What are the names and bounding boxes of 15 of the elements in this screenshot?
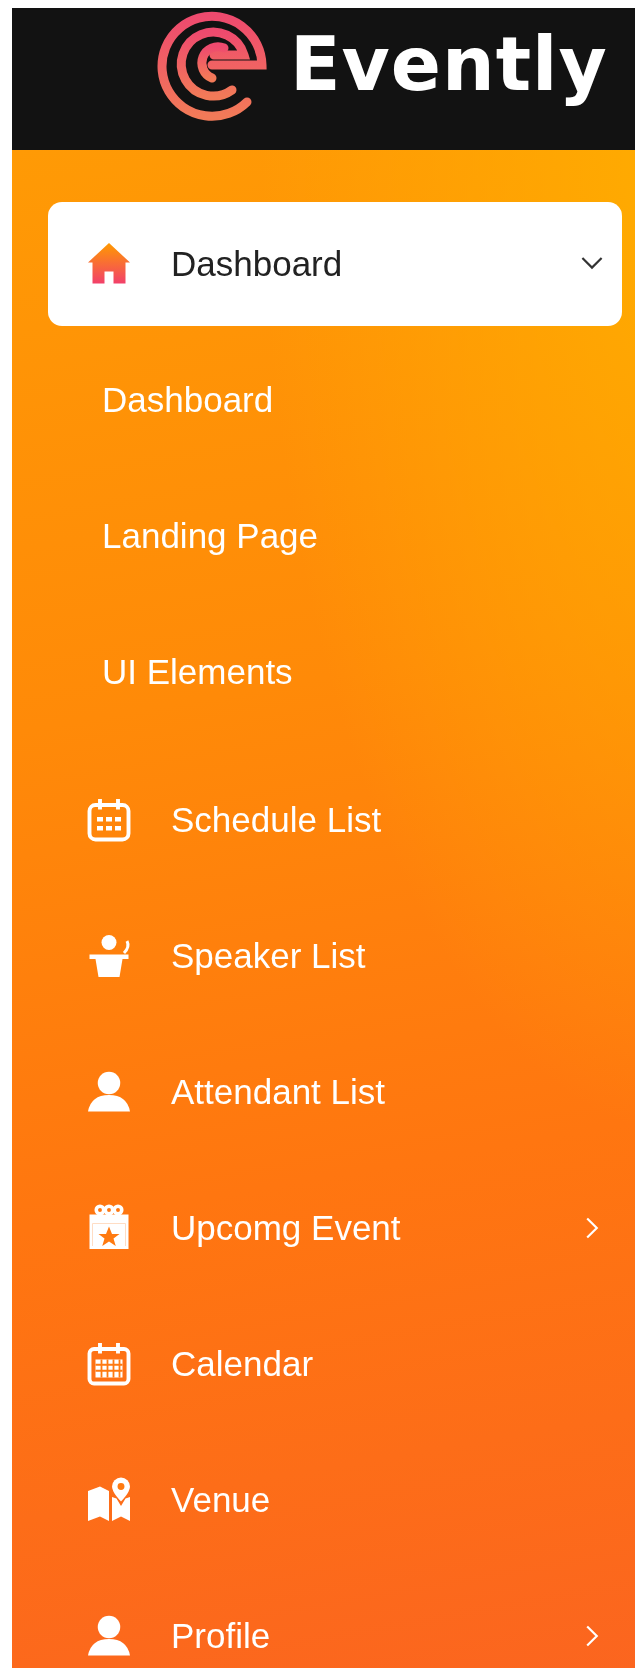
menu-item[interactable]: Schedule List — [48, 752, 622, 888]
calendar-icon — [85, 796, 133, 844]
submenu-item[interactable]: Landing Page — [48, 468, 622, 604]
menu-item[interactable]: Dashboard — [48, 202, 622, 326]
menu-item[interactable]: Upcomg Event — [48, 1160, 622, 1296]
brand-name: Evently — [290, 20, 608, 109]
menu-item[interactable]: Calendar — [48, 1296, 622, 1432]
menu-item[interactable]: Profile — [48, 1568, 622, 1668]
submenu-item[interactable]: UI Elements — [48, 604, 622, 740]
map-pin-icon — [85, 1476, 133, 1524]
calendar-icon — [85, 1340, 133, 1388]
menu-item[interactable]: Speaker List — [48, 888, 622, 1024]
menu-item[interactable]: Attendant List — [48, 1024, 622, 1160]
menu-item[interactable]: Venue — [48, 1432, 622, 1568]
submenu-item[interactable]: Dashboard — [48, 332, 622, 468]
